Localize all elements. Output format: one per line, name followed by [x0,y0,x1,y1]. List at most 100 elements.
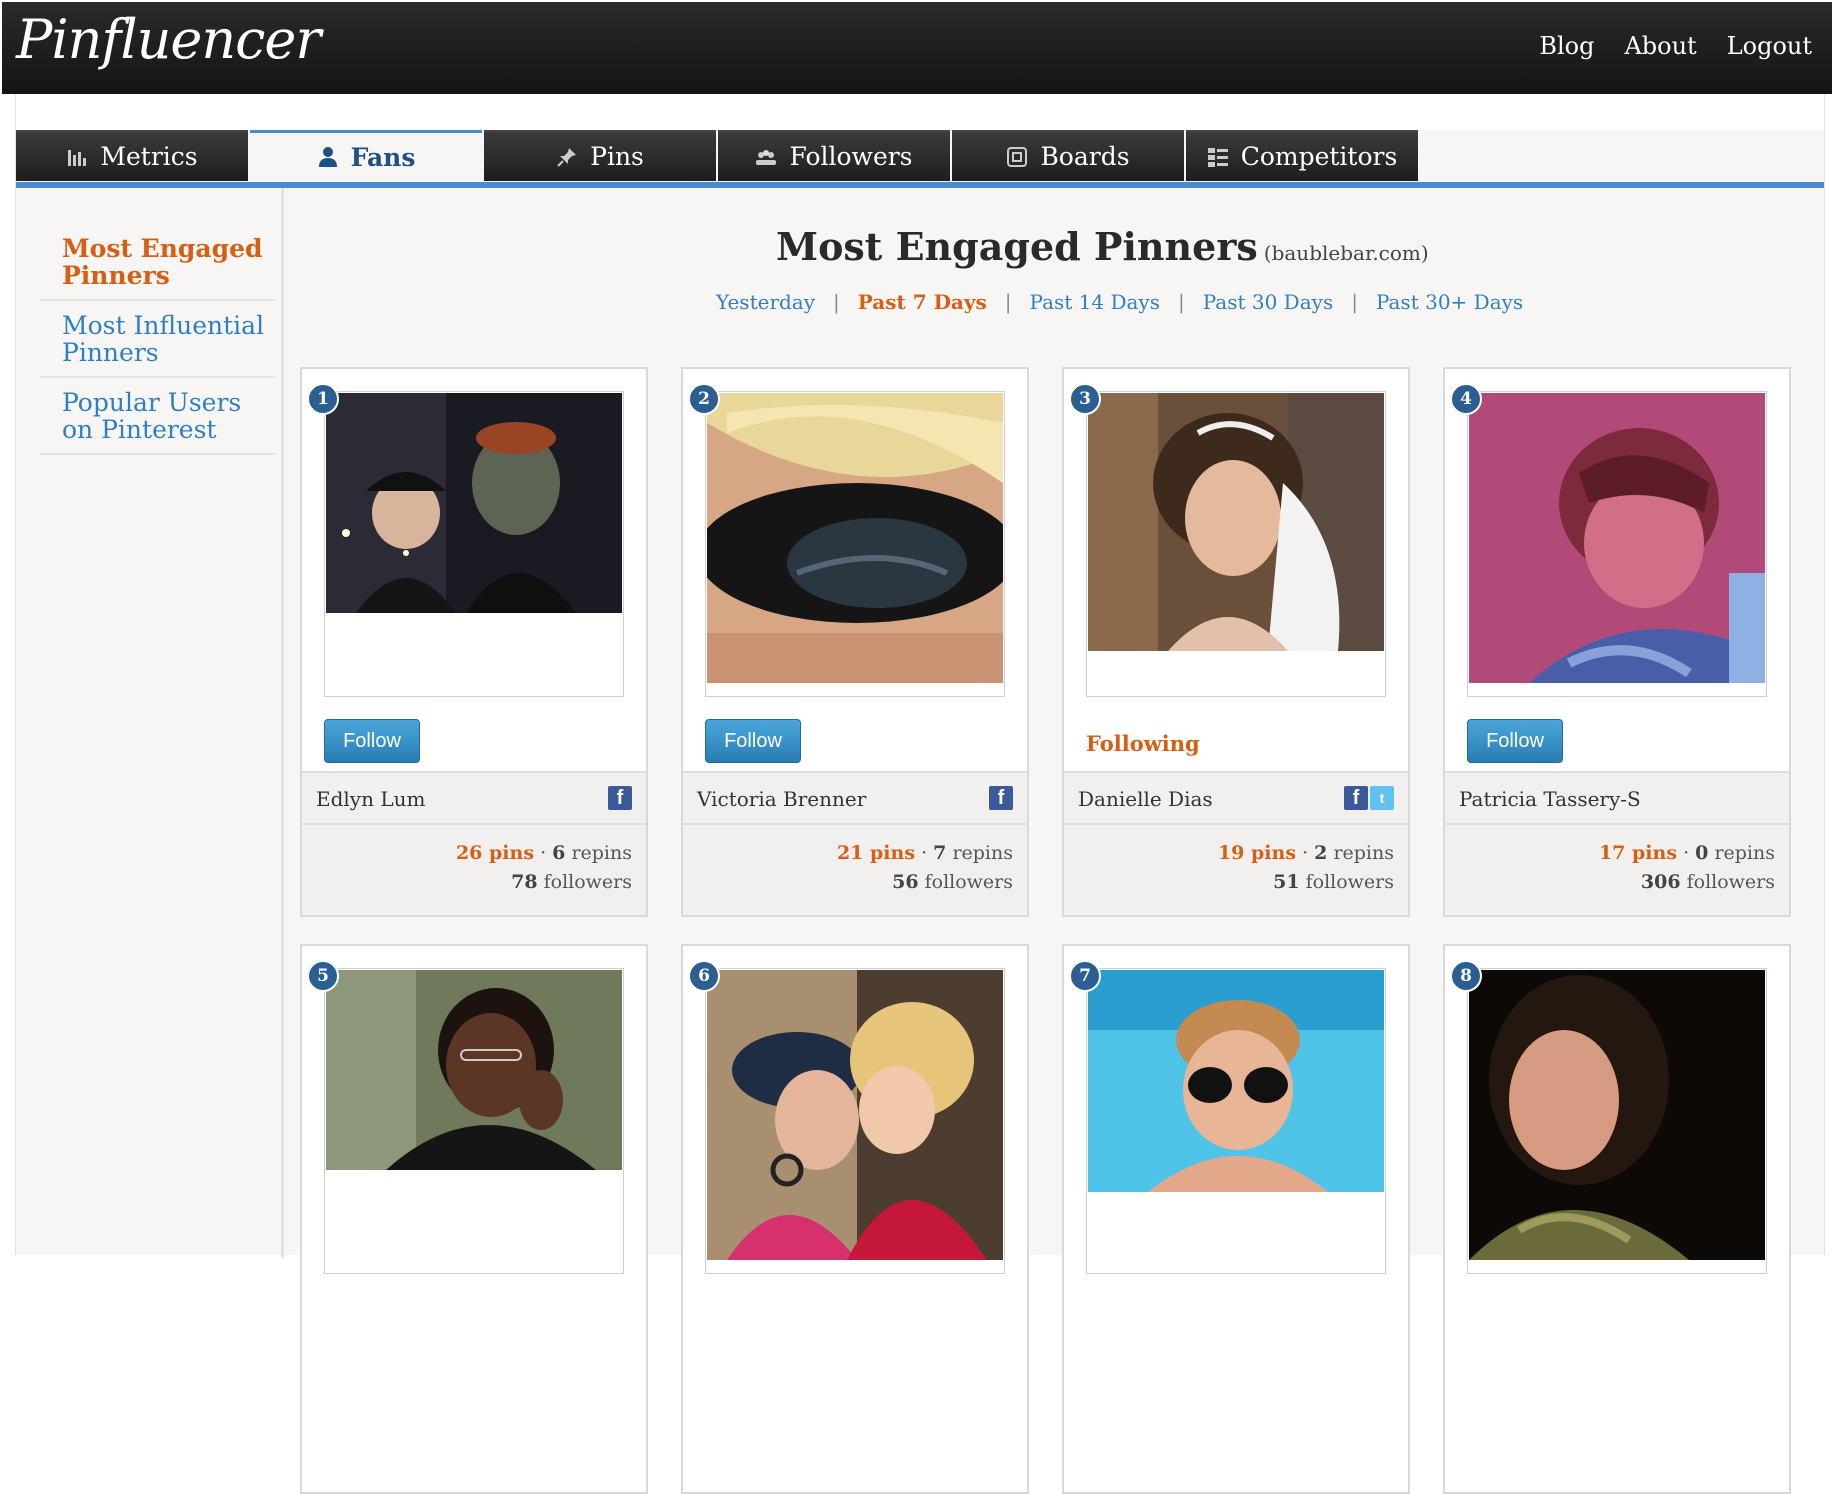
rank-badge: 7 [1069,960,1101,992]
tab-label: Metrics [100,142,198,171]
avatar[interactable] [1086,968,1386,1274]
browser-page: Pinfluencer Blog About Logout Metrics Fa… [0,0,1834,1494]
avatar[interactable] [705,968,1005,1274]
pinner-name[interactable]: Danielle Dias [1078,787,1213,811]
tab-followers[interactable]: Followers [718,130,950,181]
pinner-stats: 21 pins · 7 repins 56 followers [683,825,1027,915]
following-status[interactable]: Following [1086,731,1200,756]
logout-link[interactable]: Logout [1727,32,1812,60]
period-past-30-plus-days[interactable]: Past 30+ Days [1376,290,1523,314]
followers-label: followers [1686,871,1775,893]
rank-badge: 5 [307,960,339,992]
social-links: f [608,786,632,810]
app-logo[interactable]: Pinfluencer [16,8,321,71]
period-yesterday[interactable]: Yesterday [716,290,815,314]
pinner-card: 8 [1443,944,1791,1494]
board-icon [1007,146,1028,167]
pinner-card: 1 Follow Edlyn Lum f 26 pins · 6 repins … [300,367,648,917]
tab-boards[interactable]: Boards [952,130,1184,181]
people-icon [756,149,777,165]
pushpin-icon [557,147,577,167]
separator: | [1004,290,1012,314]
list-icon [1207,147,1228,167]
followers-count: 78 [511,871,538,893]
rank-badge: 4 [1450,383,1482,415]
page-domain: (baublebar.com) [1263,241,1429,265]
pinner-name[interactable]: Edlyn Lum [316,787,425,811]
pins-count: 26 pins [455,842,535,864]
avatar[interactable] [1467,968,1767,1274]
avatar[interactable] [1086,391,1386,697]
avatar[interactable] [705,391,1005,697]
blog-link[interactable]: Blog [1539,32,1594,60]
content-panel: Metrics Fans Pins Followers Boards Compe… [15,94,1825,1494]
facebook-icon[interactable]: f [989,786,1013,810]
pinner-name-row: Danielle Dias f t [1064,771,1408,825]
rank-badge: 2 [688,383,720,415]
repins-count: 6 [552,842,566,864]
pinner-name-row: Victoria Brenner f [683,771,1027,825]
tab-label: Pins [590,142,644,171]
pinner-card: 6 [681,944,1029,1494]
avatar[interactable] [1467,391,1767,697]
tab-label: Competitors [1240,142,1398,171]
pinner-name[interactable]: Patricia Tassery-S [1459,787,1641,811]
rank-badge: 3 [1069,383,1101,415]
tab-metrics[interactable]: Metrics [16,130,248,181]
follow-button[interactable]: Follow [705,719,801,763]
about-link[interactable]: About [1624,32,1696,60]
twitter-icon[interactable]: t [1370,786,1394,810]
tab-pins[interactable]: Pins [484,130,716,181]
tab-competitors[interactable]: Competitors [1186,130,1418,181]
sidebar-item-most-engaged[interactable]: Most Engaged Pinners [40,224,275,301]
profile-photo [707,393,1003,683]
period-past-14-days[interactable]: Past 14 Days [1030,290,1160,314]
facebook-icon[interactable]: f [1344,786,1368,810]
repins-count: 0 [1695,842,1709,864]
social-links: f t [1344,786,1394,810]
followers-label: followers [1305,871,1394,893]
profile-photo [326,393,622,613]
profile-photo [326,970,622,1170]
top-nav: Blog About Logout [1539,32,1812,60]
social-links: f [989,786,1013,810]
pinner-card: 4 Follow Patricia Tassery-S 17 pins · 0 … [1443,367,1791,917]
follow-button[interactable]: Follow [324,719,420,763]
period-past-30-days[interactable]: Past 30 Days [1203,290,1333,314]
tab-underline [16,182,1824,188]
pinner-card: 3 Following Danielle Dias f t 19 pins · … [1062,367,1410,917]
rank-badge: 1 [307,383,339,415]
pinner-name-row: Patricia Tassery-S [1445,771,1789,825]
profile-photo [707,970,1003,1260]
separator: | [1351,290,1358,314]
profile-photo [1088,970,1384,1192]
followers-count: 306 [1640,871,1681,893]
profile-photo [1088,393,1384,651]
rank-badge: 8 [1450,960,1482,992]
pinner-name[interactable]: Victoria Brenner [697,787,866,811]
followers-label: followers [543,871,632,893]
tab-label: Followers [789,142,913,171]
followers-count: 51 [1273,871,1300,893]
sidebar-item-popular-users[interactable]: Popular Users on Pinterest [40,378,275,455]
person-icon [318,147,337,167]
avatar[interactable] [324,391,624,697]
main-tabs: Metrics Fans Pins Followers Boards Compe… [16,130,1420,181]
rank-badge: 6 [688,960,720,992]
facebook-icon[interactable]: f [608,786,632,810]
pinner-card: 2 Follow Victoria Brenner f 21 pins · 7 … [681,367,1029,917]
bar-chart-icon [68,149,87,166]
follow-button[interactable]: Follow [1467,719,1563,763]
page-title: Most Engaged Pinners (baublebar.com) [776,224,1429,269]
pins-count: 19 pins [1217,842,1297,864]
tab-label: Fans [350,142,416,172]
tab-fans[interactable]: Fans [250,130,482,181]
profile-photo [1469,970,1765,1260]
repins-count: 2 [1314,842,1328,864]
sidebar-divider [281,188,284,1258]
period-past-7-days[interactable]: Past 7 Days [858,290,987,314]
pinner-stats: 17 pins · 0 repins 306 followers [1445,825,1789,915]
avatar[interactable] [324,968,624,1274]
sidebar-item-most-influential[interactable]: Most Influential Pinners [40,301,275,378]
pins-count: 17 pins [1598,842,1678,864]
